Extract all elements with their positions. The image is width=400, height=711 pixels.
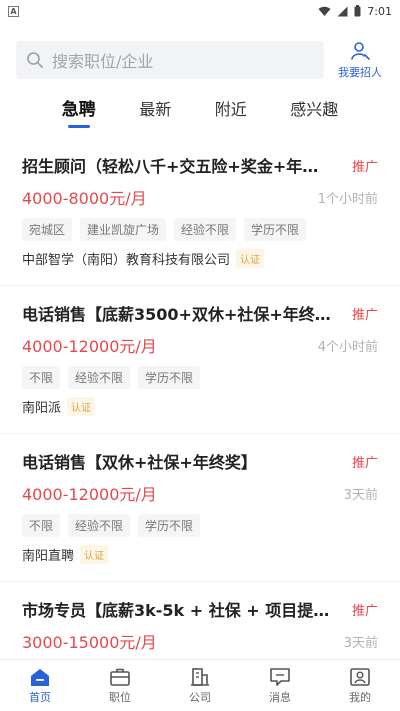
ad-badge: 推广 [351,603,378,619]
job-card[interactable]: 招生顾问（轻松八千+交五险+奖金+年终奖... 推广 4000-8000元/月 … [0,138,400,286]
job-tag: 学历不限 [138,366,201,389]
job-salary: 3000-15000元/月 [22,633,157,652]
job-salary: 4000-12000元/月 [22,485,157,504]
job-company: 南阳派 认证 [22,397,378,416]
job-tag: 学历不限 [138,514,201,537]
bottom-tabbar: 首页 职位 公司 消息 我的 [0,659,400,711]
tabbar-label: 消息 [269,690,291,704]
search-icon [27,52,43,68]
tabbar-company[interactable]: 公司 [170,667,230,705]
job-tag: 不限 [22,514,61,537]
tab-urgent[interactable]: 急聘 [62,98,96,128]
job-time: 1个小时前 [317,191,378,207]
job-list: 招生顾问（轻松八千+交五险+奖金+年终奖... 推广 4000-8000元/月 … [0,138,400,711]
tabbar-profile[interactable]: 我的 [330,667,390,705]
message-icon [270,667,290,686]
job-tag: 经验不限 [68,514,131,537]
wifi-icon [318,6,331,16]
job-mid: 4000-8000元/月 1个小时前 [22,182,378,212]
verified-badge: 认证 [236,249,265,268]
job-company: 中部智学（南阳）教育科技有限公司 认证 [22,249,378,268]
tab-nearby[interactable]: 附近 [215,98,247,128]
job-mid: 3000-15000元/月 3天前 [22,626,378,656]
job-time: 4个小时前 [317,339,378,355]
recruit-button[interactable]: 我要招人 [334,41,386,80]
job-time: 3天前 [343,487,378,503]
job-title: 市场专员【底薪3k-5k + 社保 + 项目提成】 [22,601,332,620]
tab-latest[interactable]: 最新 [139,98,171,128]
category-tabs: 急聘 最新 附近 感兴趣 [40,98,360,128]
tabbar-label: 首页 [29,690,51,704]
company-name: 南阳派 [22,401,62,416]
battery-icon [354,5,361,17]
tabbar-home[interactable]: 首页 [10,667,70,705]
notification-icon: A [8,5,19,17]
job-mid: 4000-12000元/月 4个小时前 [22,330,378,360]
tabbar-messages[interactable]: 消息 [250,667,310,705]
tabbar-label: 我的 [349,690,371,704]
job-card[interactable]: 电话销售【双休+社保+年终奖】 推广 4000-12000元/月 3天前 不限 … [0,434,400,582]
signal-icon [337,6,348,16]
search-input[interactable]: 搜索职位/企业 [16,41,324,79]
job-tag: 学历不限 [244,218,307,241]
tabbar-label: 职位 [109,690,131,704]
status-left: A [8,5,19,17]
job-title: 电话销售【底薪3500+双休+社保+年终奖 ... [22,305,332,324]
home-icon [31,668,49,686]
briefcase-icon [110,668,130,686]
company-name: 南阳直聘 [22,549,75,564]
job-time: 3天前 [343,635,378,651]
search-placeholder: 搜索职位/企业 [52,52,154,71]
job-tag: 建业凯旋广场 [80,218,167,241]
job-tag: 不限 [22,366,61,389]
ad-badge: 推广 [351,159,378,175]
verified-badge: 认证 [80,545,109,564]
building-icon [191,667,209,686]
search-row: 搜索职位/企业 我要招人 [0,40,400,80]
job-title: 电话销售【双休+社保+年终奖】 [22,453,257,472]
job-tag: 经验不限 [174,218,237,241]
recruit-label: 我要招人 [338,65,382,79]
job-tags: 宛城区 建业凯旋广场 经验不限 学历不限 [22,218,378,241]
job-tag: 经验不限 [68,366,131,389]
company-name: 中部智学（南阳）教育科技有限公司 [22,253,231,268]
job-tags: 不限 经验不限 学历不限 [22,366,378,389]
job-salary: 4000-12000元/月 [22,337,157,356]
tab-interested[interactable]: 感兴趣 [290,98,338,128]
job-head: 电话销售【底薪3500+双休+社保+年终奖 ... 推广 [22,300,378,326]
job-tag: 宛城区 [22,218,73,241]
ad-badge: 推广 [351,307,378,323]
status-bar: A 7:01 [0,0,400,22]
job-head: 招生顾问（轻松八千+交五险+奖金+年终奖... 推广 [22,152,378,178]
job-salary: 4000-8000元/月 [22,189,147,208]
tabbar-label: 公司 [189,690,211,704]
tabbar-jobs[interactable]: 职位 [90,667,150,705]
job-title: 招生顾问（轻松八千+交五险+奖金+年终奖... [22,157,332,176]
profile-icon [350,667,370,686]
job-card[interactable]: 电话销售【底薪3500+双休+社保+年终奖 ... 推广 4000-12000元… [0,286,400,434]
job-company: 南阳直聘 认证 [22,545,378,564]
recruit-user-icon [351,41,370,60]
ad-badge: 推广 [351,455,378,471]
clock-text: 7:01 [367,4,392,18]
status-right: 7:01 [318,5,392,18]
job-mid: 4000-12000元/月 3天前 [22,478,378,508]
job-head: 电话销售【双休+社保+年终奖】 推广 [22,448,378,474]
verified-badge: 认证 [67,397,96,416]
job-tags: 不限 经验不限 学历不限 [22,514,378,537]
job-head: 市场专员【底薪3k-5k + 社保 + 项目提成】 推广 [22,596,378,622]
